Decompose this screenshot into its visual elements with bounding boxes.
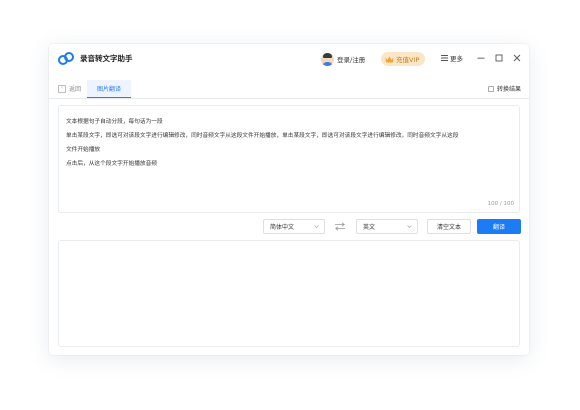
title-bar: 录音转文字助手 登录/注册 充值VIP 更多 bbox=[49, 44, 529, 74]
chevron-down-icon bbox=[407, 225, 412, 228]
checkbox-icon[interactable] bbox=[487, 85, 494, 92]
tab-image-translate[interactable]: 图片翻译 bbox=[87, 80, 131, 98]
avatar bbox=[321, 52, 334, 66]
text-line[interactable]: 单击某段文字，即选可对该段文字进行编辑修改，同时音频文字从这段文件开始播放，单击… bbox=[66, 130, 458, 139]
logo-icon bbox=[58, 52, 74, 65]
text-line[interactable]: 文本根据句子自动分段，每句话为一段 bbox=[66, 116, 163, 125]
more-label: 更多 bbox=[450, 55, 463, 63]
chevron-down-icon bbox=[314, 225, 319, 228]
more-button[interactable]: 更多 bbox=[441, 53, 463, 63]
translation-output-area[interactable] bbox=[58, 240, 520, 347]
minimize-icon[interactable] bbox=[477, 54, 485, 62]
toolbar: ‹ 返回 图片翻译 转换结果 bbox=[49, 80, 529, 99]
app-window: 录音转文字助手 登录/注册 充值VIP 更多 ‹ 返回 图片翻译 转换结果 文本… bbox=[49, 44, 529, 355]
target-language-value: 英文 bbox=[363, 224, 376, 231]
crown-icon bbox=[385, 56, 394, 62]
source-language-select[interactable]: 简体中文 bbox=[263, 219, 325, 234]
result-label: 转换结果 bbox=[496, 86, 521, 93]
close-icon[interactable] bbox=[513, 54, 521, 62]
login-button[interactable]: 登录/注册 bbox=[321, 52, 365, 66]
login-label: 登录/注册 bbox=[337, 56, 366, 64]
swap-icon[interactable] bbox=[334, 222, 346, 231]
char-counter: 100 / 100 bbox=[487, 201, 514, 207]
source-language-value: 简体中文 bbox=[270, 224, 295, 231]
clear-text-button[interactable]: 清空文本 bbox=[427, 219, 471, 234]
target-language-select[interactable]: 英文 bbox=[356, 219, 418, 234]
app-title: 录音转文字助手 bbox=[80, 54, 133, 63]
text-line[interactable]: 点击后，从这个段文字开始播放音频 bbox=[66, 158, 157, 167]
source-text-area[interactable]: 文本根据句子自动分段，每句话为一段 单击某段文字，即选可对该段文字进行编辑修改，… bbox=[58, 105, 520, 213]
translate-button[interactable]: 翻译 bbox=[477, 219, 521, 234]
stage: 录音转文字助手 登录/注册 充值VIP 更多 ‹ 返回 图片翻译 转换结果 文本… bbox=[0, 0, 580, 410]
back-label: 返回 bbox=[69, 86, 82, 93]
back-button[interactable]: ‹ 返回 bbox=[58, 84, 81, 93]
result-toggle[interactable]: 转换结果 bbox=[487, 84, 521, 93]
vip-label: 充值VIP bbox=[396, 56, 420, 64]
menu-icon bbox=[441, 55, 448, 61]
maximize-icon[interactable] bbox=[495, 54, 503, 62]
back-icon: ‹ bbox=[58, 84, 66, 93]
vip-button[interactable]: 充值VIP bbox=[381, 52, 426, 66]
text-line[interactable]: 文件开始播放 bbox=[66, 144, 100, 153]
